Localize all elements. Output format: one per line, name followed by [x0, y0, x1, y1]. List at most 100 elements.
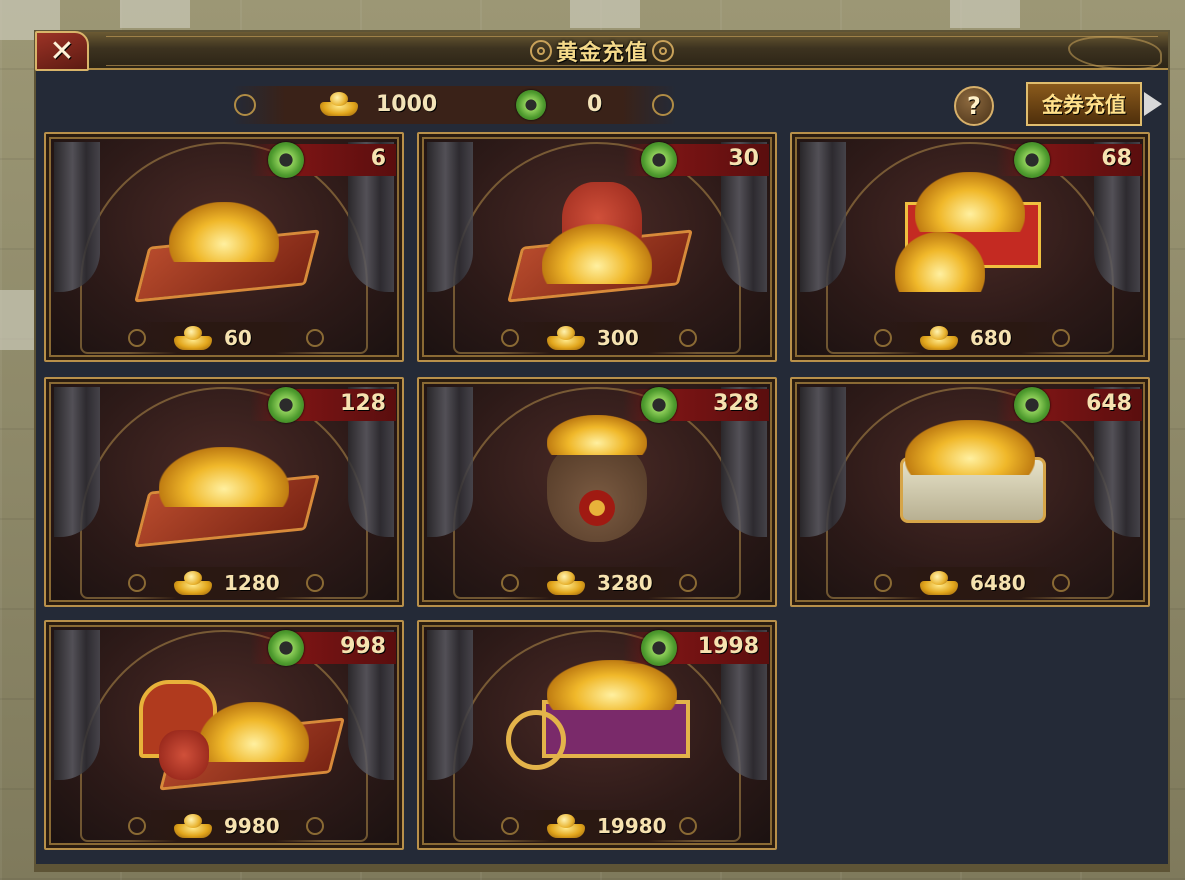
package-gold-amount: 9980: [224, 814, 280, 838]
bar-cap-left-icon: [501, 817, 519, 835]
curtain-left-icon: [54, 387, 100, 537]
package-gold-amount: 6480: [970, 571, 1026, 595]
recharge-package-card[interactable]: 68 680: [790, 132, 1150, 362]
gold-ingot-icon: [174, 571, 212, 595]
bar-cap-left-icon: [128, 329, 146, 347]
bar-cap-right-icon: [679, 329, 697, 347]
package-gold-amount: 3280: [597, 571, 653, 595]
curtain-left-icon: [427, 387, 473, 537]
help-button[interactable]: ?: [954, 86, 994, 126]
package-price: 648: [1086, 391, 1132, 416]
gold-ingot-icon: [174, 326, 212, 350]
ingot-tray-icon: [129, 417, 320, 548]
price-tag: 6: [250, 142, 396, 178]
recharge-package-card[interactable]: 648 6480: [790, 377, 1150, 607]
jade-coin-icon: [1014, 387, 1050, 423]
close-icon: ✕: [49, 33, 75, 69]
bar-cap-left-icon: [501, 574, 519, 592]
recharge-package-card[interactable]: 328 3280: [417, 377, 777, 607]
question-mark-icon: ?: [967, 92, 981, 120]
arrow-right-icon[interactable]: [1144, 92, 1162, 116]
bar-cap-left-icon: [874, 574, 892, 592]
gold-amount-bar: 60: [128, 322, 324, 354]
recharge-package-card[interactable]: 30 300: [417, 132, 777, 362]
gold-ingot-icon: [320, 92, 358, 116]
package-gold-amount: 1280: [224, 571, 280, 595]
recharge-package-card[interactable]: 1998 19980: [417, 620, 777, 850]
voucher-recharge-button[interactable]: 金券充值: [1026, 82, 1142, 126]
price-tag: 128: [250, 387, 396, 423]
dialog-bottom-border: [36, 864, 1168, 870]
jade-coin-icon: [641, 387, 677, 423]
jade-coin-icon: [516, 90, 546, 120]
package-price: 30: [728, 146, 759, 171]
gold-amount-bar: 300: [501, 322, 697, 354]
price-tag: 30: [623, 142, 769, 178]
price-tag: 1998: [623, 630, 769, 666]
gold-amount-bar: 19980: [501, 810, 697, 842]
title-ornament-left-icon: [529, 40, 552, 62]
package-price: 6: [370, 146, 386, 171]
gold-balance: 1000: [376, 92, 438, 117]
package-price: 68: [1101, 146, 1132, 171]
package-price: 998: [340, 634, 386, 659]
currency-bar: 1000 0: [232, 86, 676, 124]
close-button[interactable]: ✕: [35, 31, 89, 71]
curtain-left-icon: [427, 630, 473, 780]
curtain-left-icon: [427, 142, 473, 292]
bar-cap-right-icon: [652, 94, 674, 116]
package-gold-amount: 19980: [597, 814, 667, 838]
package-price: 328: [713, 391, 759, 416]
title-group: 黄金充值: [529, 35, 675, 67]
recharge-package-card[interactable]: 6 60: [44, 132, 404, 362]
red-pouch-with-ingots-icon: [502, 172, 693, 303]
dialog-title: 黄金充值: [555, 41, 649, 66]
gold-ingot-icon: [547, 814, 585, 838]
cart-of-ingots-icon: [502, 660, 692, 790]
price-tag: 68: [996, 142, 1142, 178]
red-gift-box-with-ingots-icon: [875, 172, 1065, 302]
bar-cap-right-icon: [306, 329, 324, 347]
curtain-left-icon: [54, 142, 100, 292]
curtain-left-icon: [800, 142, 846, 292]
jade-balance: 0: [587, 92, 603, 117]
gold-ingot-icon: [920, 326, 958, 350]
gold-ingot-icon: [174, 814, 212, 838]
bar-cap-right-icon: [306, 817, 324, 835]
price-tag: 998: [250, 630, 396, 666]
sack-of-ingots-icon: [502, 415, 692, 547]
bar-cap-left-icon: [874, 329, 892, 347]
bar-cap-left-icon: [128, 574, 146, 592]
gold-ingot-icon: [547, 326, 585, 350]
package-gold-amount: 60: [224, 326, 252, 350]
package-price: 1998: [697, 634, 759, 659]
gold-ingot-icon: [920, 571, 958, 595]
bar-cap-right-icon: [679, 574, 697, 592]
bar-cap-right-icon: [1052, 574, 1070, 592]
jade-coin-icon: [1014, 142, 1050, 178]
recharge-package-card[interactable]: 128 1280: [44, 377, 404, 607]
treasure-chest-with-ingots-icon: [129, 660, 345, 791]
jade-coin-icon: [268, 630, 304, 666]
package-gold-amount: 680: [970, 326, 1012, 350]
jade-coin-icon: [268, 142, 304, 178]
price-tag: 328: [623, 387, 769, 423]
price-tag: 648: [996, 387, 1142, 423]
bar-cap-left-icon: [501, 329, 519, 347]
bar-cap-right-icon: [306, 574, 324, 592]
jade-box-of-ingots-icon: [875, 417, 1065, 547]
bar-cap-right-icon: [679, 817, 697, 835]
curtain-left-icon: [800, 387, 846, 537]
package-price: 128: [340, 391, 386, 416]
bar-cap-left-icon: [128, 817, 146, 835]
ingots-on-cushion-icon: [129, 172, 320, 303]
gold-amount-bar: 680: [874, 322, 1070, 354]
package-gold-amount: 300: [597, 326, 639, 350]
jade-coin-icon: [641, 630, 677, 666]
voucher-recharge-label: 金券充值: [1042, 93, 1126, 117]
recharge-package-card[interactable]: 998 9980: [44, 620, 404, 850]
title-ornament-right-icon: [652, 40, 675, 62]
gold-ingot-icon: [547, 571, 585, 595]
gold-amount-bar: 3280: [501, 567, 697, 599]
gold-amount-bar: 9980: [128, 810, 324, 842]
